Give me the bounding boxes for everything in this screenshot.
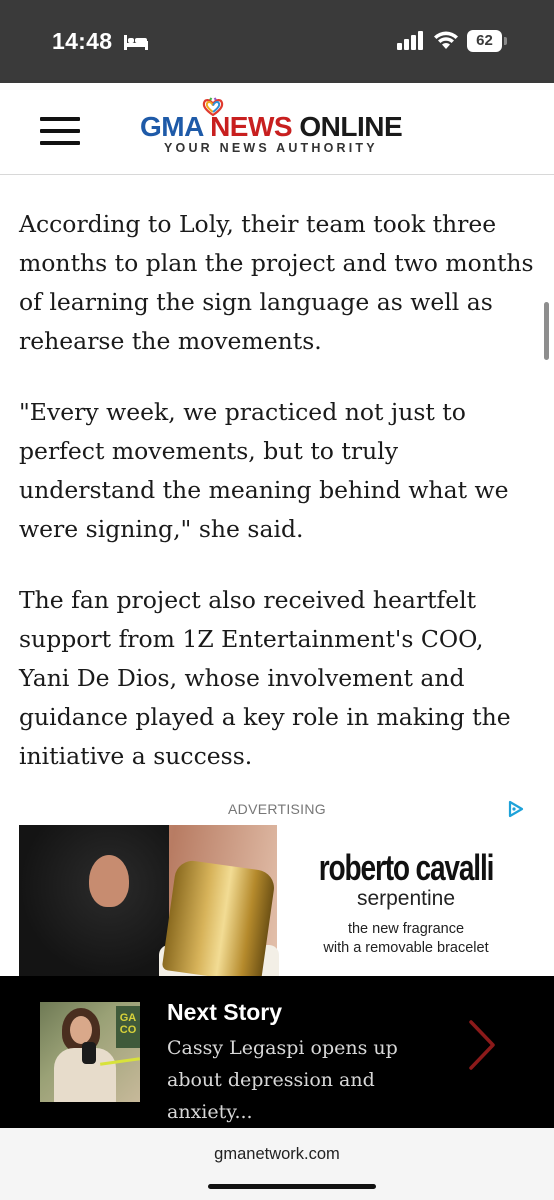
battery-icon: 62: [467, 30, 507, 52]
ad-product-image: [19, 825, 279, 977]
logo-news: NEWS: [210, 111, 293, 142]
ad-tagline-line: with a removable bracelet: [323, 940, 489, 956]
article-paragraph: According to Loly, their team took three…: [19, 210, 534, 355]
url-text[interactable]: gmanetwork.com: [0, 1145, 554, 1164]
chevron-right-icon[interactable]: [468, 1020, 496, 1070]
status-bar: 14:48 62: [0, 0, 554, 83]
logo-gma: GMA: [140, 111, 203, 142]
site-header: GMA NEWS ONLINE YOUR NEWS AUTHORITY: [0, 83, 554, 175]
status-time: 14:48: [52, 28, 113, 54]
battery-tip: [504, 37, 507, 45]
ad-label: ADVERTISING: [228, 801, 326, 817]
next-story-thumbnail[interactable]: GA CO: [40, 1002, 140, 1102]
ad-tagline-line: the new fragrance: [347, 921, 465, 937]
adchoices-icon[interactable]: [506, 800, 526, 818]
gma-news-online-logo[interactable]: GMA NEWS ONLINE YOUR NEWS AUTHORITY: [140, 97, 440, 167]
article-paragraph: The fan project also received heartfelt …: [19, 586, 511, 770]
next-story-bar[interactable]: GA CO Next Story Cassy Legaspi opens up …: [0, 976, 554, 1128]
ad-product-name: serpentine: [356, 887, 456, 910]
battery-level: 62: [467, 30, 502, 52]
ad-tagline: the new fragrance with a removable brace…: [277, 920, 535, 958]
next-story-headline[interactable]: Cassy Legaspi opens up about depression …: [167, 1032, 457, 1128]
home-indicator[interactable]: [208, 1184, 376, 1189]
article-body: According to Loly, their team took three…: [19, 205, 539, 808]
hamburger-menu-icon[interactable]: [40, 117, 80, 145]
page-scrollbar[interactable]: [544, 302, 549, 360]
logo-tagline: YOUR NEWS AUTHORITY: [164, 141, 378, 155]
logo-online: ONLINE: [299, 111, 403, 142]
ad-banner[interactable]: roberto cavalli serpentine the new fragr…: [19, 825, 535, 977]
thumbnail-sign: GA CO: [116, 1006, 140, 1048]
bed-icon: [124, 35, 148, 50]
browser-url-bar[interactable]: gmanetwork.com: [0, 1128, 554, 1200]
signal-icon: [397, 31, 423, 50]
wifi-icon: [434, 31, 458, 49]
ad-brand: roberto cavalli: [318, 847, 495, 888]
next-story-title: Next Story: [167, 999, 283, 1025]
logo-wordmark: GMA NEWS ONLINE: [140, 111, 403, 143]
article-paragraph: "Every week, we practiced not just to pe…: [19, 398, 509, 543]
